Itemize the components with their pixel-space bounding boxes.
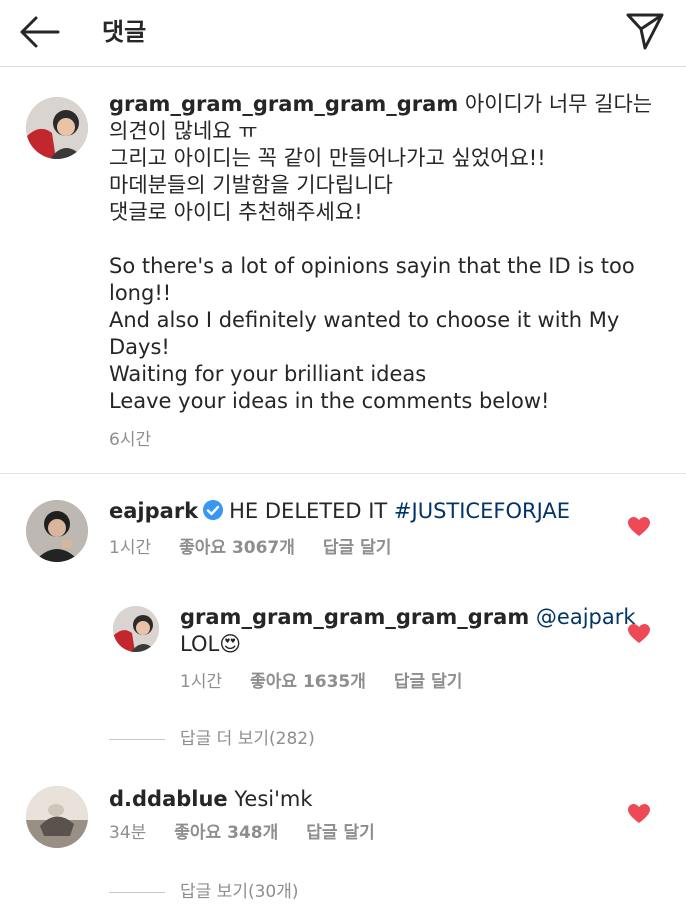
verified-badge-icon [202, 499, 224, 528]
post-time: 6시간 [109, 430, 152, 450]
heart-eyes-emoji: 😍 [219, 632, 242, 656]
reply-text: gram_gram_gram_gram_gram @eajpark LOL😍 [180, 604, 636, 658]
comment-text: eajpark HE DELETED IT #JUSTICEFORJAE [109, 497, 570, 528]
comment-meta: 1시간 좋아요 3067개 답글 달기 [109, 536, 391, 560]
reply-likes[interactable]: 좋아요 1635개 [250, 672, 366, 692]
comment-time: 1시간 [109, 538, 152, 558]
reply-body: LOL [180, 632, 220, 656]
header-bar: 댓글 [0, 0, 686, 67]
comment-body: Yesi'mk [234, 787, 313, 811]
heart-icon[interactable] [628, 804, 650, 824]
avatar[interactable] [113, 606, 159, 652]
post-caption-section: gram_gram_gram_gram_gram 아이디가 너무 길다는 의견이… [0, 67, 686, 474]
reply-time: 1시간 [180, 672, 223, 692]
comment-username[interactable]: d.ddablue [109, 787, 228, 811]
reply-button[interactable]: 답글 달기 [394, 672, 462, 692]
reply-button[interactable]: 답글 달기 [306, 823, 374, 843]
post-caption-text: 아이디가 너무 길다는 의견이 많네요 ㅠ 그리고 아이디는 꼭 같이 만들어나… [109, 92, 653, 413]
comment-text: d.ddablue Yesi'mk [109, 785, 312, 813]
comment-body: HE DELETED IT [229, 499, 394, 523]
view-replies-button[interactable]: 답글 더 보기(282) [180, 727, 315, 751]
comment-likes[interactable]: 좋아요 3067개 [179, 538, 295, 558]
comment-likes[interactable]: 좋아요 348개 [174, 823, 278, 843]
comment-time: 34분 [109, 823, 147, 843]
post-caption: gram_gram_gram_gram_gram 아이디가 너무 길다는 의견이… [109, 91, 669, 415]
avatar[interactable] [26, 97, 88, 159]
heart-icon[interactable] [628, 517, 650, 537]
hashtag-link[interactable]: #JUSTICEFORJAE [394, 499, 570, 523]
arrow-left-icon[interactable] [18, 14, 62, 50]
heart-icon[interactable] [628, 624, 650, 644]
page-title: 댓글 [102, 18, 147, 46]
reply-username[interactable]: gram_gram_gram_gram_gram [180, 605, 529, 629]
reply-meta: 1시간 좋아요 1635개 답글 달기 [180, 670, 462, 694]
reply-button[interactable]: 답글 달기 [323, 538, 391, 558]
view-replies-button[interactable]: 답글 보기(30개) [180, 880, 299, 904]
divider-line [109, 739, 165, 740]
avatar[interactable] [26, 500, 88, 562]
post-username[interactable]: gram_gram_gram_gram_gram [109, 92, 458, 116]
comment-meta: 34분 좋아요 348개 답글 달기 [109, 821, 375, 845]
mention-link[interactable]: @eajpark [536, 605, 636, 629]
divider-line [109, 892, 165, 893]
paper-plane-icon[interactable] [624, 10, 666, 52]
avatar[interactable] [26, 786, 88, 848]
comment-username[interactable]: eajpark [109, 499, 198, 523]
